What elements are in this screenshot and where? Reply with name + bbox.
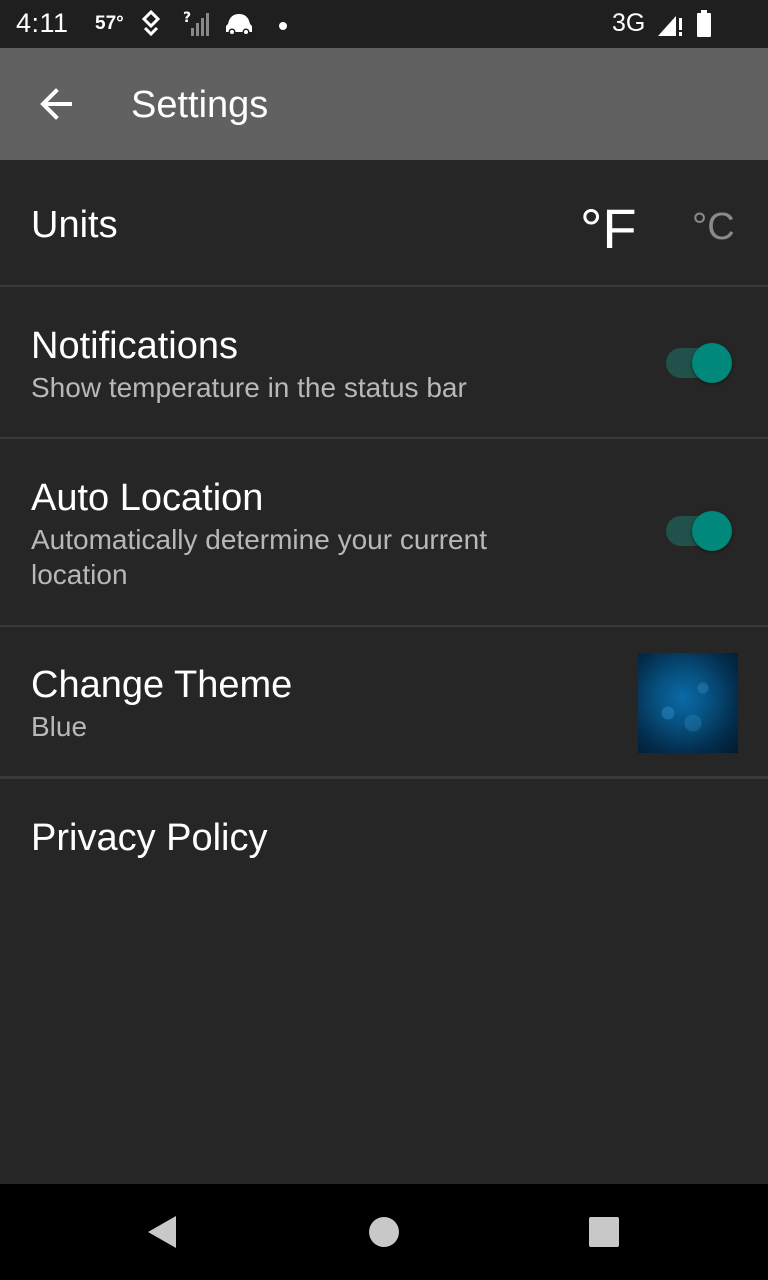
notifications-description: Show temperature in the status bar	[31, 372, 467, 403]
car-icon	[224, 10, 254, 41]
navigation-bar	[0, 1184, 768, 1280]
back-triangle-icon[interactable]	[144, 1214, 178, 1255]
change-theme-row[interactable]: Change Theme Blue	[0, 627, 768, 779]
recents-square-icon[interactable]	[588, 1216, 620, 1253]
privacy-policy-row[interactable]: Privacy Policy	[0, 779, 768, 899]
arrow-left-icon[interactable]	[36, 84, 76, 124]
network-type: 3G	[612, 9, 646, 37]
privacy-policy-label[interactable]: Privacy Policy	[31, 817, 268, 860]
units-label: Units	[31, 204, 118, 246]
signal-icon	[656, 12, 684, 43]
auto-location-description: Automatically determine your current loc…	[31, 524, 487, 590]
auto-location-row[interactable]: Auto Location Automatically determine yo…	[0, 439, 768, 627]
units-row: Units °F °C	[0, 160, 768, 287]
toggle-thumb	[692, 511, 732, 551]
auto-location-label: Auto Location	[31, 477, 264, 519]
battery-icon	[696, 10, 712, 43]
change-theme-label: Change Theme	[31, 664, 293, 706]
svg-text:?: ?	[183, 10, 191, 26]
status-temperature: 57°	[95, 13, 124, 34]
auto-location-toggle[interactable]	[666, 505, 732, 551]
status-bar: 4:11 57° ? 3G	[0, 0, 768, 48]
notifications-label: Notifications	[31, 325, 238, 367]
page-title: Settings	[131, 84, 269, 126]
status-time: 4:11	[16, 8, 69, 38]
toggle-thumb	[692, 343, 732, 383]
notification-dot-icon	[278, 18, 288, 36]
change-theme-value: Blue	[31, 711, 88, 742]
settings-screen: 4:11 57° ? 3G Settings Units °F °C Notif…	[0, 0, 768, 1280]
signal-unknown-icon: ?	[183, 10, 209, 43]
theme-preview-thumbnail[interactable]	[638, 653, 738, 753]
app-bar: Settings	[0, 48, 768, 160]
notifications-row[interactable]: Notifications Show temperature in the st…	[0, 287, 768, 439]
home-circle-icon[interactable]	[368, 1216, 400, 1253]
notifications-toggle[interactable]	[666, 337, 732, 383]
unit-fahrenheit-option[interactable]: °F	[580, 196, 637, 261]
location-pin-icon	[140, 9, 162, 41]
unit-celsius-option[interactable]: °C	[692, 206, 735, 249]
